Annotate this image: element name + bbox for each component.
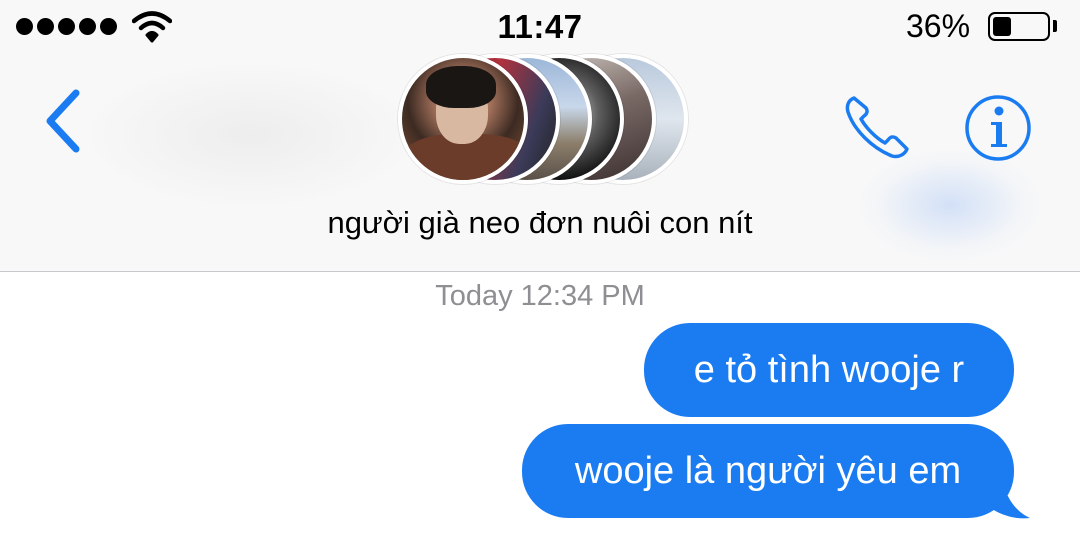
battery-cap [1053,20,1057,32]
chevron-left-icon [46,89,80,153]
info-button[interactable] [962,92,1034,164]
battery-level [993,17,1011,36]
message-bubble-outgoing[interactable]: wooje là người yêu em [522,424,1014,518]
message-text: wooje là người yêu em [574,449,962,492]
back-button[interactable] [38,86,88,156]
status-bar: 11:47 36% [0,0,1080,56]
conversation-title[interactable]: người già neo đơn nuôi con nít [0,205,1080,241]
battery-percent: 36% [906,8,971,44]
message-text: e tỏ tình wooje r [693,348,965,391]
message-bubble-outgoing[interactable]: e tỏ tình wooje r [644,323,1014,417]
call-button[interactable] [840,92,920,162]
chat-header: 11:47 36% người già neo đơn nuôi con nít [0,0,1080,272]
bubble-tail [986,470,1030,519]
group-avatars[interactable] [398,54,688,188]
phone-icon [845,96,909,159]
header-background-blur [80,60,420,210]
avatar [398,54,528,184]
message-timestamp: Today 12:34 PM [435,280,645,312]
avatar-photo-detail [426,66,496,108]
battery-icon [988,12,1050,41]
info-icon [965,95,1031,161]
